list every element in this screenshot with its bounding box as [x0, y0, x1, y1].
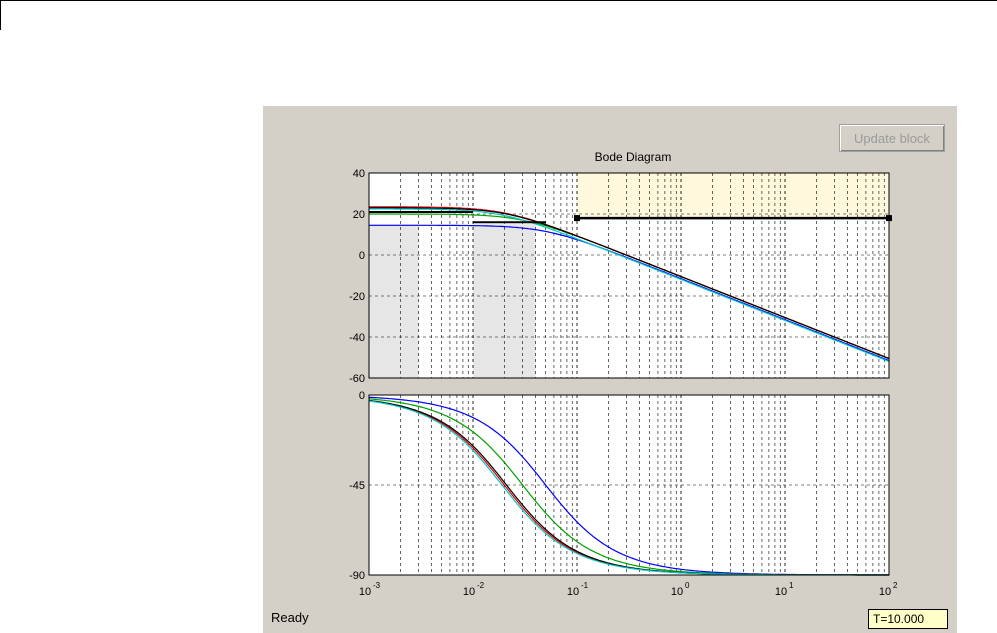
magnitude-ytick-label: 20 — [353, 209, 365, 221]
magnitude-axes: 40 20 0 -20 -40 -60 — [349, 168, 892, 385]
bode-editor-window: Update block Bode Diagram 40 20 0 -20 -40 -60… — [263, 106, 957, 633]
magnitude-ytick-label: -40 — [349, 332, 365, 344]
corner-border — [0, 0, 1, 30]
x-tick-base: 10 — [359, 586, 371, 598]
phase-axes: 0-45-9010-310-210-1100101102 — [349, 390, 898, 598]
bode-diagram: Bode Diagram 40200-20-40-60 0-45-9010-31… — [349, 150, 898, 598]
x-tick-base: 10 — [775, 586, 787, 598]
x-tick-base: 10 — [879, 586, 891, 598]
time-readout: T=10.000 — [868, 609, 948, 629]
phase-ytick-label: -90 — [349, 570, 365, 582]
x-tick-exponent: 2 — [893, 581, 898, 590]
magnitude-ytick-label: -60 — [349, 373, 365, 385]
x-tick-exponent: -1 — [581, 581, 589, 590]
x-tick-base: 10 — [567, 586, 579, 598]
status-text: Ready — [271, 610, 309, 625]
shaded-region-0 — [369, 224, 419, 378]
x-tick-exponent: -2 — [477, 581, 485, 590]
magnitude-ytick-label: 40 — [353, 168, 365, 180]
x-tick-exponent: -3 — [373, 581, 381, 590]
magnitude-ytick-label: -20 — [349, 291, 365, 303]
chart-title: Bode Diagram — [595, 150, 672, 164]
x-tick-base: 10 — [463, 586, 475, 598]
magnitude-ytick-label: 0 — [359, 250, 365, 262]
x-tick-exponent: 1 — [789, 581, 794, 590]
phase-ytick-label: -45 — [349, 480, 365, 492]
phase-ytick-label: 0 — [359, 390, 365, 402]
highlight-region — [577, 173, 889, 219]
top-border — [0, 0, 997, 1]
x-tick-base: 10 — [671, 586, 683, 598]
constraint-handle-0 — [574, 215, 580, 222]
x-tick-exponent: 0 — [685, 581, 690, 590]
